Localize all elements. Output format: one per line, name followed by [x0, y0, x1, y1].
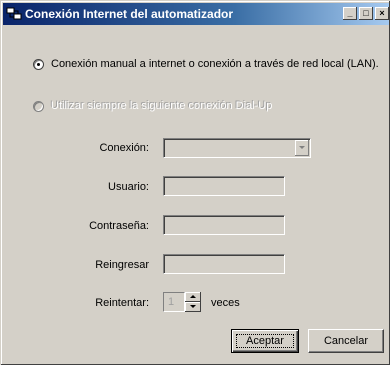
retry-count-input[interactable]: 1	[163, 292, 185, 312]
window-title: Conexión Internet del automatizador	[25, 7, 234, 21]
user-label: Usuario:	[108, 181, 149, 193]
manual-connection-label: Conexión manual a internet o conexión a …	[51, 58, 379, 70]
maximize-button[interactable]: □	[359, 7, 373, 20]
retry-spinner[interactable]	[185, 292, 201, 312]
dialup-connection-radio[interactable]	[33, 101, 44, 112]
manual-connection-radio[interactable]	[33, 59, 44, 70]
close-button[interactable]: ×	[375, 7, 389, 20]
minimize-button[interactable]: _	[343, 7, 357, 20]
title-bar[interactable]: Conexión Internet del automatizador _ □ …	[3, 3, 389, 25]
connection-combobox[interactable]	[163, 138, 311, 158]
password-input[interactable]	[163, 215, 285, 235]
dialog-window: Conexión Internet del automatizador _ □ …	[0, 0, 390, 365]
spin-up-icon[interactable]	[185, 292, 201, 302]
cancel-button[interactable]: Cancelar	[308, 329, 384, 353]
accept-button[interactable]: Aceptar	[231, 329, 299, 353]
retry-suffix: veces	[211, 297, 240, 309]
reenter-input[interactable]	[163, 254, 285, 274]
connection-label: Conexión:	[99, 142, 149, 154]
user-input[interactable]	[163, 176, 285, 196]
network-connection-icon	[6, 7, 22, 20]
spin-down-icon[interactable]	[185, 302, 201, 312]
password-label: Contraseña:	[89, 220, 149, 232]
accept-button-label: Aceptar	[246, 335, 284, 347]
dialup-connection-label: Utilizar siempre la siguiente conexión D…	[51, 100, 273, 112]
cancel-button-label: Cancelar	[323, 335, 369, 347]
reenter-label: Reingresar	[95, 259, 149, 271]
chevron-down-icon[interactable]	[295, 140, 309, 156]
retry-label: Reintentar:	[95, 297, 149, 309]
